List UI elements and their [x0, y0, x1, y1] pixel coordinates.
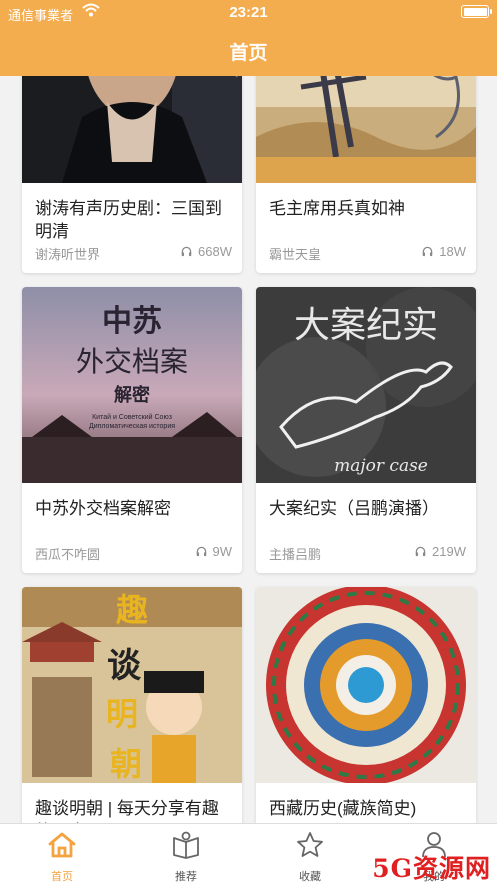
- album-card[interactable]: 毛主席用兵真如神 霸世天皇 18W: [256, 76, 476, 273]
- album-author: 主播吕鹏: [269, 547, 322, 562]
- play-count-value: 9W: [212, 544, 233, 559]
- album-cover[interactable]: [256, 76, 476, 183]
- tab-favorites[interactable]: 收藏: [248, 824, 372, 883]
- play-count-value: 668W: [198, 244, 232, 259]
- tab-recommend[interactable]: 推荐: [124, 824, 248, 883]
- tab-label: 收藏: [299, 871, 321, 883]
- cover-char-2: 谈: [107, 647, 142, 685]
- album-card[interactable]: 中苏 外交档案 解密 Китай и Советский Союз Диплом…: [22, 287, 242, 573]
- album-title: 谢涛有声历史剧：三国到明清: [35, 199, 222, 241]
- cover-title-line2: 外交档案: [76, 345, 188, 378]
- album-cover[interactable]: 中苏 外交档案 解密 Китай и Советский Союз Диплом…: [22, 287, 242, 483]
- tab-label: 推荐: [175, 871, 197, 883]
- cover-subtitle-line4: Китай и Советский Союз: [92, 413, 172, 421]
- headphone-icon: [196, 546, 206, 557]
- album-card[interactable]: 大案纪实 major case 大案纪实（吕鹏演播） 主播吕鹏 219W: [256, 287, 476, 573]
- album-cover[interactable]: [22, 76, 242, 183]
- album-title: 西藏历史(藏族简史): [269, 799, 417, 818]
- album-author: 霸世天皇: [269, 247, 322, 262]
- album-cover[interactable]: 趣 谈 明 朝: [22, 587, 242, 783]
- tab-label: 首页: [51, 871, 73, 883]
- headphone-icon: [181, 246, 192, 257]
- play-count: 18W: [422, 244, 466, 259]
- cover-title-line2: major case: [334, 456, 428, 476]
- cover-char-1: 趣: [116, 592, 148, 628]
- album-author: 西瓜不咋圆: [35, 547, 101, 562]
- app-header: 通信事業者 23:21 首页: [0, 0, 497, 76]
- album-title: 大案纪实（吕鹏演播）: [269, 499, 439, 518]
- home-icon: [48, 832, 76, 858]
- album-title: 趣谈明朝 | 每天分享有趣的历史: [35, 799, 219, 823]
- book-icon: [173, 831, 199, 859]
- play-count-value: 18W: [439, 244, 466, 259]
- album-title: 毛主席用兵真如神: [269, 199, 405, 218]
- headphone-icon: [415, 546, 426, 557]
- status-bar: 通信事業者 23:21: [0, 0, 497, 26]
- cover-char-3: 明: [106, 696, 138, 732]
- star-icon: [297, 832, 323, 857]
- cover-title-line1: 大案纪实: [294, 305, 438, 346]
- album-cover[interactable]: [256, 587, 476, 783]
- page-title: 首页: [229, 43, 268, 64]
- headphone-icon: [422, 246, 433, 257]
- cover-title-line3: 解密: [114, 384, 150, 406]
- album-cover[interactable]: 大案纪实 major case: [256, 287, 476, 483]
- album-list[interactable]: 谢涛有声历史剧：三国到明清 谢涛听世界 668W 毛主席用兵真如神 霸世天皇 1…: [0, 76, 497, 823]
- cover-title-line1: 中苏: [102, 304, 162, 339]
- play-count: 668W: [181, 244, 232, 259]
- album-card[interactable]: 西藏历史(藏族简史): [256, 587, 476, 823]
- battery-icon: [461, 5, 492, 18]
- play-count: 219W: [415, 544, 466, 559]
- album-card[interactable]: 谢涛有声历史剧：三国到明清 谢涛听世界 668W: [22, 76, 242, 273]
- play-count-value: 219W: [432, 544, 466, 559]
- album-card[interactable]: 趣 谈 明 朝 趣谈明朝 | 每天分享有趣的历史: [22, 587, 242, 823]
- cover-char-4: 朝: [110, 746, 142, 782]
- album-author: 谢涛听世界: [35, 247, 101, 262]
- album-title: 中苏外交档案解密: [35, 499, 171, 518]
- tab-home[interactable]: 首页: [0, 824, 124, 883]
- watermark: 5G资源网: [372, 854, 491, 883]
- status-time: 23:21: [229, 4, 268, 21]
- cover-subtitle-line5: Дипломатическая история: [89, 423, 175, 430]
- play-count: 9W: [196, 544, 233, 559]
